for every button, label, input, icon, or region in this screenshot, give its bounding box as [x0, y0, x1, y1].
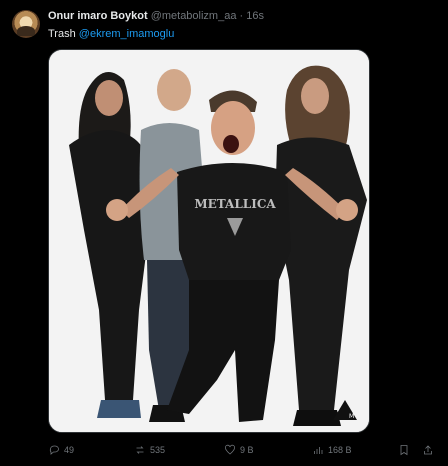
tweet-actions: 49 535 9 B 168 B: [48, 444, 432, 458]
mention-link[interactable]: @ekrem_imamoglu: [79, 28, 175, 40]
reply-button[interactable]: 49: [48, 444, 74, 456]
tweet-photo[interactable]: METALLICA M: [48, 49, 370, 433]
share-icon: [424, 445, 432, 455]
views-button[interactable]: 168 B: [312, 444, 352, 456]
svg-text:M: M: [349, 413, 354, 420]
like-button[interactable]: 9 B: [224, 444, 254, 456]
header-separator: ·: [239, 10, 244, 22]
tweet-article[interactable]: Onur imaro Boykot @metabolizm_aa · 16s T…: [0, 0, 448, 466]
author-handle[interactable]: @metabolizm_aa: [151, 10, 237, 22]
retweet-icon: [136, 446, 144, 454]
retweet-button[interactable]: 535: [134, 444, 165, 456]
band-photo: METALLICA M: [49, 50, 369, 432]
bookmark-button[interactable]: [398, 444, 410, 456]
bookmark-icon: [400, 445, 408, 456]
tweet-text-prefix: Trash: [48, 28, 76, 40]
views-count: 168 B: [328, 445, 352, 455]
shirt-logo-text: METALLICA: [194, 197, 276, 211]
retweet-count: 535: [150, 445, 166, 455]
tweet-time[interactable]: 16s: [246, 10, 264, 22]
heart-icon: [225, 444, 235, 455]
like-count: 9 B: [240, 445, 254, 455]
tweet-text: Trash @ekrem_imamoglu: [48, 28, 174, 40]
author-avatar[interactable]: [12, 10, 40, 38]
analytics-icon: [314, 447, 323, 454]
tweet-header: Onur imaro Boykot @metabolizm_aa · 16s: [48, 10, 264, 22]
share-button[interactable]: [422, 444, 434, 456]
reply-count: 49: [64, 445, 75, 455]
reply-icon: [49, 445, 59, 455]
author-name[interactable]: Onur imaro Boykot: [48, 10, 148, 22]
